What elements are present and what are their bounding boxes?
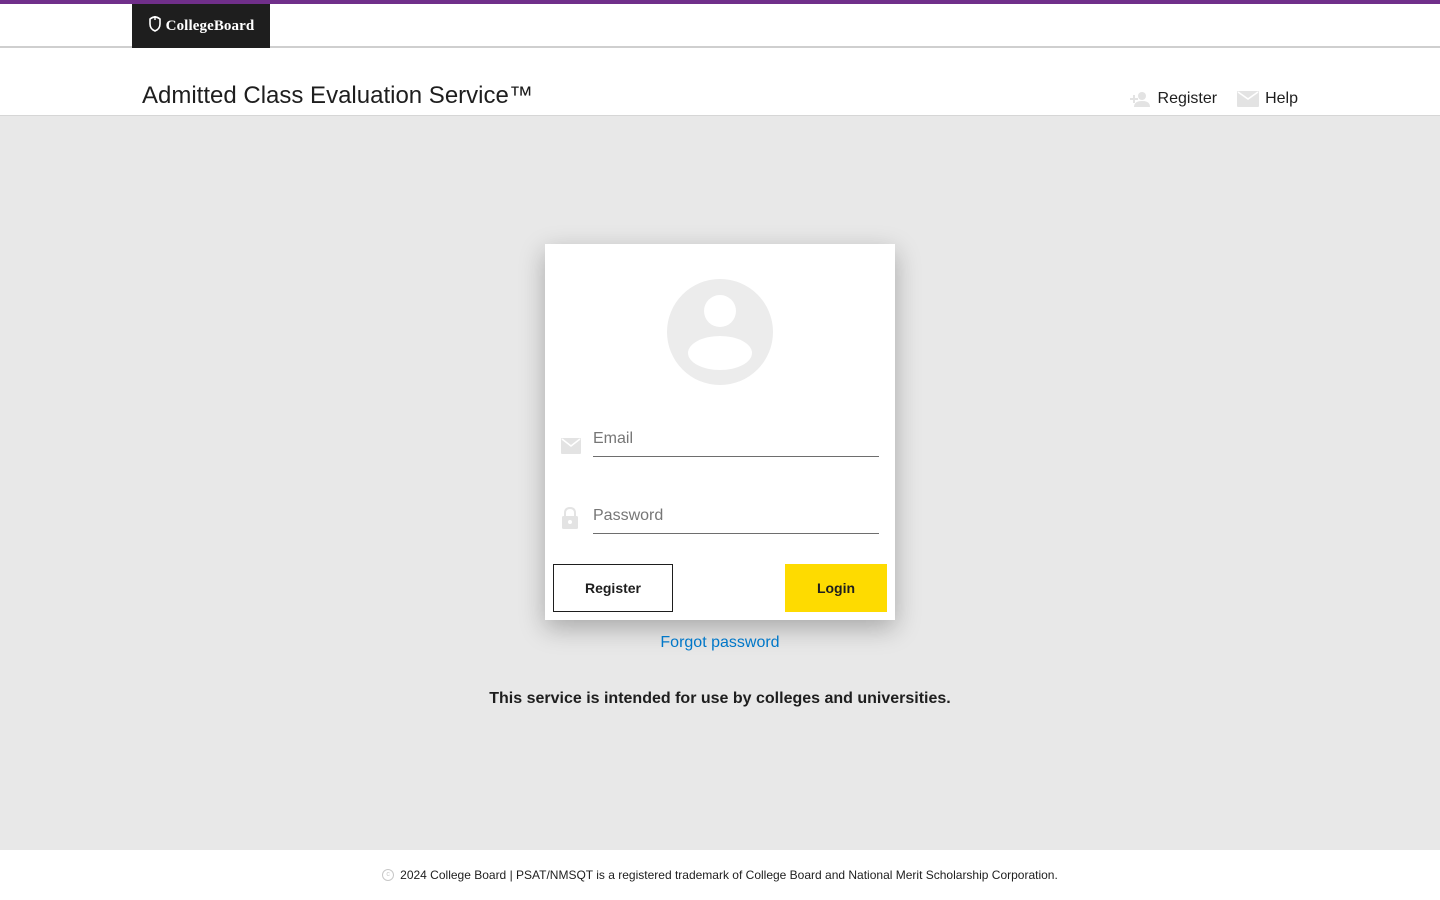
email-input[interactable] (593, 430, 879, 457)
nav-help-label: Help (1265, 90, 1298, 107)
mail-icon (561, 438, 581, 459)
login-card: Register Login (545, 244, 895, 620)
college-board-logo[interactable]: CollegeBoard (132, 4, 270, 48)
logo-text: CollegeBoard (165, 17, 255, 34)
account-circle-icon (667, 279, 773, 385)
app-header: Admitted Class Evaluation Service™ Regis… (0, 48, 1440, 116)
copyright-icon: c (382, 869, 395, 881)
top-bar: CollegeBoard (0, 0, 1440, 48)
mail-icon (1237, 91, 1260, 107)
forgot-password-link[interactable]: Forgot password (660, 634, 779, 651)
nav-register-label: Register (1157, 90, 1218, 107)
forgot-password-row: Forgot password (0, 634, 1440, 652)
service-notice: This service is intended for use by coll… (489, 690, 951, 707)
footer: c 2024 College Board | PSAT/NMSQT is a r… (0, 850, 1440, 900)
nav-register-link[interactable]: Register (1129, 90, 1218, 108)
password-input[interactable] (593, 507, 879, 534)
password-field-group (561, 506, 879, 547)
acorn-shield-icon (148, 15, 162, 37)
footer-text: 2024 College Board | PSAT/NMSQT is a reg… (400, 868, 1058, 882)
header-nav: Register Help (1129, 90, 1298, 108)
nav-help-link[interactable]: Help (1237, 90, 1298, 108)
email-field-group (561, 430, 879, 470)
register-button[interactable]: Register (553, 564, 673, 612)
page-title: Admitted Class Evaluation Service™ (142, 82, 533, 109)
login-button[interactable]: Login (785, 564, 887, 612)
add-person-icon (1129, 91, 1152, 107)
lock-icon (561, 506, 579, 534)
